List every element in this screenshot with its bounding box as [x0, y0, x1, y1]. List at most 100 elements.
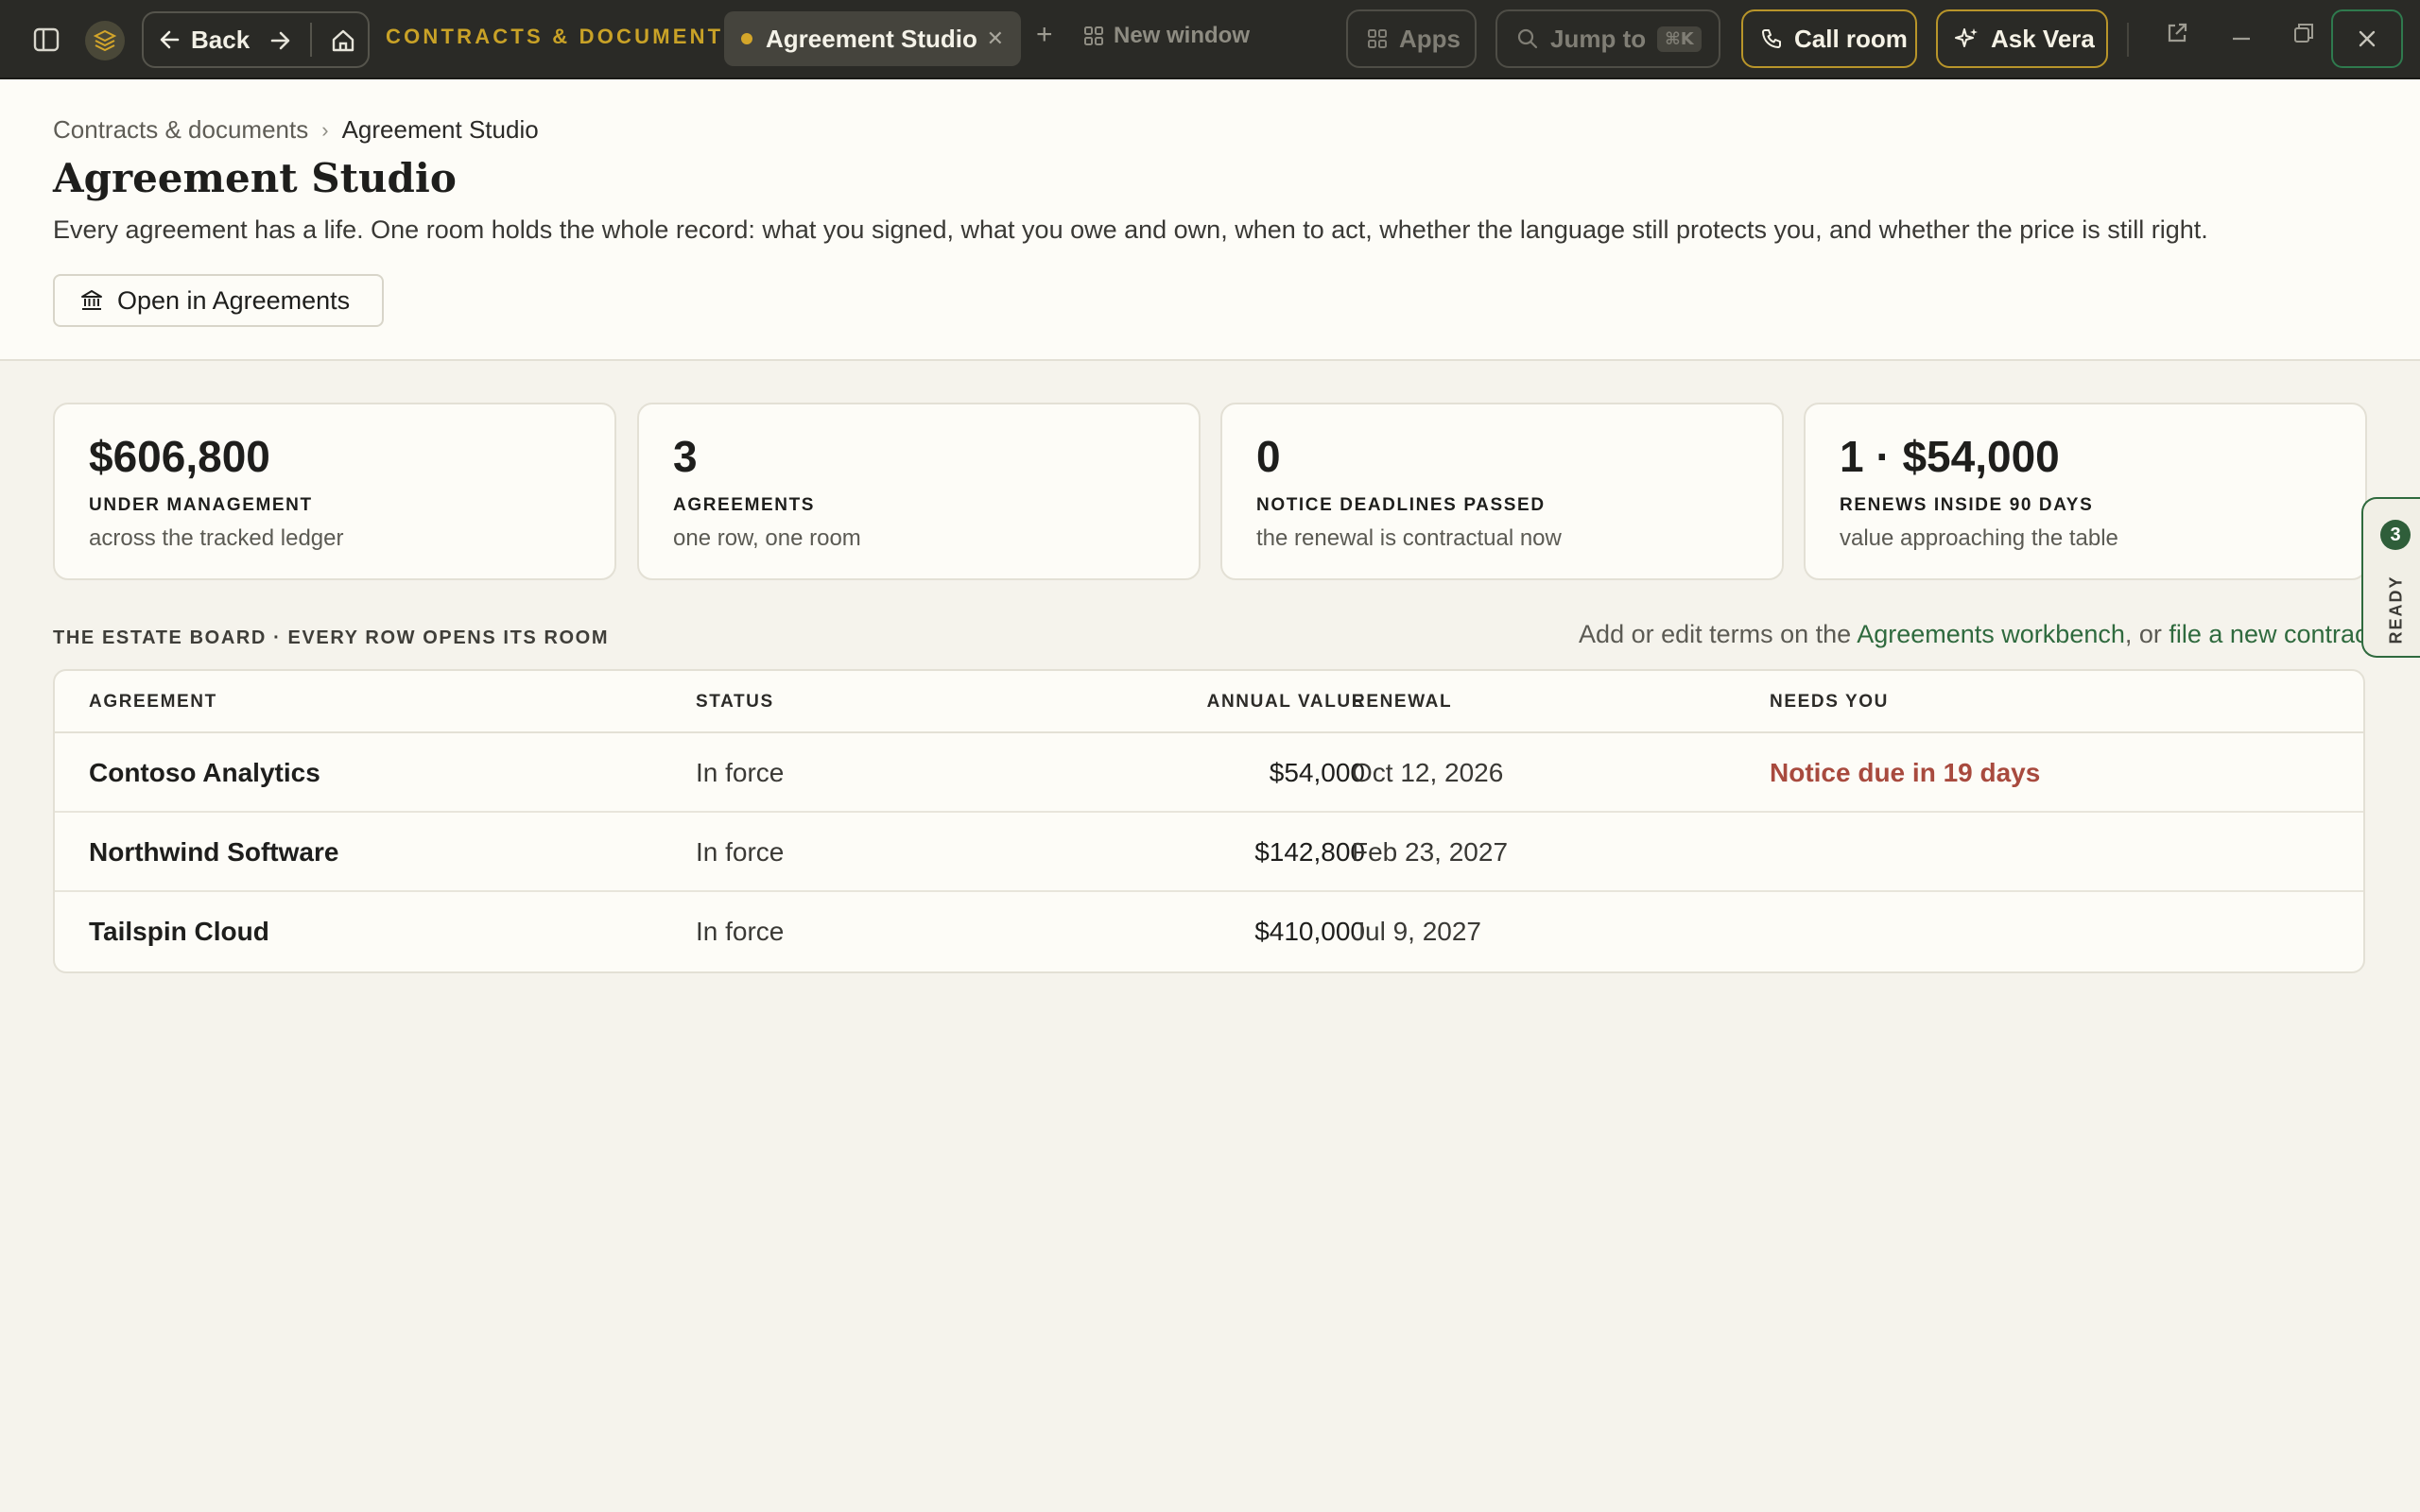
navigation-group: Back — [142, 11, 370, 68]
renewal-cell: Oct 12, 2026 — [1352, 758, 1504, 787]
page-description: Every agreement has a life. One room hol… — [53, 215, 2208, 244]
sidebar-toggle-icon[interactable] — [32, 26, 60, 53]
new-window-label: New window — [1114, 23, 1250, 48]
page-title: Agreement Studio — [53, 155, 457, 201]
renewal-cell: Jul 9, 2027 — [1352, 917, 1481, 946]
stat-card-renews-soon: 1 · $54,000 RENEWS INSIDE 90 DAYS value … — [1804, 403, 2367, 580]
home-button[interactable] — [329, 26, 357, 55]
breadcrumb-parent-link[interactable]: Contracts & documents — [53, 115, 308, 145]
app-logo-icon[interactable] — [85, 21, 125, 60]
restore-icon — [2294, 24, 2313, 43]
board-note-mid: , or — [2124, 620, 2169, 648]
close-window-button[interactable] — [2331, 9, 2403, 68]
stat-card-notice-deadlines: 0 NOTICE DEADLINES PASSED the renewal is… — [1220, 403, 1784, 580]
status-cell: In force — [696, 758, 785, 787]
stat-card-under-management: $606,800 UNDER MANAGEMENT across the tra… — [53, 403, 616, 580]
annual-value-cell: $410,000 — [1254, 917, 1365, 946]
column-header-annual-value[interactable]: ANNUAL VALUE — [1151, 692, 1365, 713]
tab-agreement-studio[interactable]: Agreement Studio ✕ — [724, 11, 1021, 66]
back-button[interactable]: Back — [144, 13, 250, 66]
open-in-agreements-button[interactable]: Open in Agreements — [53, 274, 384, 327]
board-note-prefix: Add or edit terms on the — [1579, 620, 1858, 648]
new-tab-button[interactable]: + — [1036, 19, 1053, 51]
board-help-text: Add or edit terms on the Agreements work… — [1579, 620, 2375, 649]
stat-value: 1 · $54,000 — [1840, 432, 2060, 481]
renewal-cell: Feb 23, 2027 — [1352, 837, 1509, 867]
app-title: CONTRACTS & DOCUMENTS — [386, 25, 741, 48]
call-room-label: Call room — [1794, 24, 1908, 53]
table-row[interactable]: Northwind Software In force $142,800 Feb… — [55, 813, 2363, 892]
stat-subtext: one row, one room — [673, 525, 861, 551]
apps-label: Apps — [1399, 24, 1461, 53]
close-icon — [2359, 30, 2376, 47]
stat-value: 0 — [1256, 432, 1281, 481]
ask-vera-button[interactable]: Ask Vera — [1936, 9, 2108, 68]
page-header: Contracts & documents › Agreement Studio… — [0, 79, 2420, 361]
needs-you-cell: Notice due in 19 days — [1770, 758, 2041, 787]
grid-icon — [1084, 26, 1103, 45]
arrow-left-icon — [160, 30, 180, 49]
stat-label: NOTICE DEADLINES PASSED — [1256, 495, 1546, 515]
ready-count-badge: 3 — [2380, 520, 2411, 550]
status-cell: In force — [696, 837, 785, 867]
phone-icon — [1762, 29, 1781, 48]
ready-side-tab[interactable]: 3 READY — [2361, 497, 2420, 658]
stat-value: $606,800 — [89, 432, 270, 481]
forward-button[interactable] — [265, 28, 295, 53]
breadcrumb: Contracts & documents › Agreement Studio — [53, 115, 539, 145]
search-icon — [1517, 28, 1538, 49]
ask-vera-label: Ask Vera — [1991, 24, 2095, 53]
home-icon — [332, 29, 354, 52]
bank-icon — [81, 290, 102, 310]
column-header-renewal[interactable]: RENEWAL — [1352, 692, 1452, 713]
minimize-button[interactable] — [2229, 25, 2254, 48]
ready-label: READY — [2386, 575, 2406, 644]
minimize-icon — [2233, 37, 2250, 41]
stat-label: UNDER MANAGEMENT — [89, 495, 313, 515]
tab-label: Agreement Studio — [766, 24, 977, 53]
agreement-name: Tailspin Cloud — [89, 917, 269, 946]
pop-out-button[interactable] — [2165, 21, 2189, 50]
sparkle-icon — [1955, 28, 1978, 47]
chevron-right-icon: › — [321, 117, 329, 142]
annual-value-cell: $54,000 — [1269, 758, 1365, 787]
board-section-label: THE ESTATE BOARD · EVERY ROW OPENS ITS R… — [53, 627, 610, 648]
table-row[interactable]: Contoso Analytics In force $54,000 Oct 1… — [55, 733, 2363, 813]
stat-label: AGREEMENTS — [673, 495, 816, 515]
arrow-right-icon — [270, 31, 290, 50]
column-header-status[interactable]: STATUS — [696, 692, 774, 713]
column-header-agreement[interactable]: AGREEMENT — [89, 692, 217, 713]
column-header-needs-you[interactable]: NEEDS YOU — [1770, 692, 1889, 713]
breadcrumb-current: Agreement Studio — [341, 115, 539, 144]
stat-card-agreements: 3 AGREEMENTS one row, one room — [637, 403, 1201, 580]
stat-subtext: the renewal is contractual now — [1256, 525, 1562, 551]
title-bar: Back CONTRACTS & DOCUMENTS Agreement Stu… — [0, 0, 2420, 79]
apps-button[interactable]: Apps — [1346, 9, 1477, 68]
table-header: AGREEMENT STATUS ANNUAL VALUE RENEWAL NE… — [55, 671, 2363, 733]
back-label: Back — [191, 25, 251, 54]
external-link-icon — [2168, 23, 2187, 43]
stat-subtext: value approaching the table — [1840, 525, 2118, 551]
tab-close-icon[interactable]: ✕ — [987, 26, 1004, 51]
call-room-button[interactable]: Call room — [1741, 9, 1917, 68]
shortcut-badge: ⌘K — [1657, 26, 1702, 52]
restore-button[interactable] — [2291, 21, 2316, 50]
agreements-workbench-link[interactable]: Agreements workbench — [1857, 620, 2125, 648]
stat-value: 3 — [673, 432, 698, 481]
toolbar-divider — [2127, 23, 2129, 57]
annual-value-cell: $142,800 — [1254, 837, 1365, 867]
status-cell: In force — [696, 917, 785, 946]
open-in-agreements-label: Open in Agreements — [117, 285, 351, 315]
stat-label: RENEWS INSIDE 90 DAYS — [1840, 495, 2094, 515]
nav-divider — [310, 23, 312, 57]
agreement-name: Contoso Analytics — [89, 758, 320, 787]
file-new-contract-link[interactable]: file a new contract — [2169, 620, 2375, 648]
table-row[interactable]: Tailspin Cloud In force $410,000 Jul 9, … — [55, 892, 2363, 971]
apps-grid-icon — [1368, 29, 1387, 48]
new-window-button[interactable]: New window — [1083, 23, 1250, 49]
tab-status-dot — [741, 33, 752, 44]
jump-to-search[interactable]: Jump to ⌘K — [1495, 9, 1720, 68]
estate-board-table: AGREEMENT STATUS ANNUAL VALUE RENEWAL NE… — [53, 669, 2365, 973]
stat-subtext: across the tracked ledger — [89, 525, 344, 551]
jump-to-label: Jump to — [1550, 24, 1647, 53]
